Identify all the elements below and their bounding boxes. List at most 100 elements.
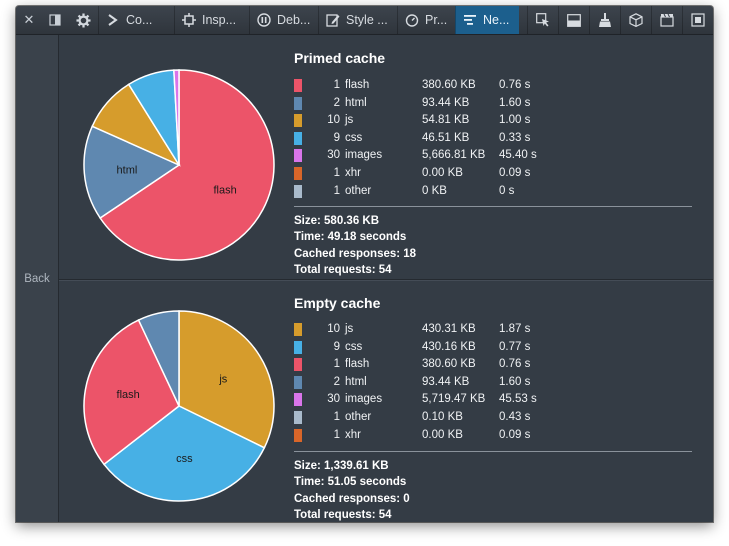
table-row[interactable]: 30 images 5,666.81 KB 45.40 s <box>294 147 694 165</box>
load-time: 0 s <box>499 184 515 197</box>
legend-swatch <box>294 375 302 389</box>
table-row[interactable]: 1 xhr 0.00 KB 0.09 s <box>294 427 694 445</box>
load-time: 45.53 s <box>499 393 537 406</box>
pie-label-flash: flash <box>117 389 140 401</box>
summary-total-requests: Total requests: 54 <box>294 263 392 276</box>
table-row[interactable]: 9 css 430.16 KB 0.77 s <box>294 339 694 357</box>
pencil-icon <box>325 12 341 28</box>
resource-type: css <box>345 131 363 144</box>
summary-cached-responses: Cached responses: 0 <box>294 492 410 505</box>
screenshot-button[interactable] <box>682 6 713 34</box>
transfer-size: 93.44 KB <box>422 96 470 109</box>
pie-label-js: js <box>218 373 227 385</box>
table-row[interactable]: 1 xhr 0.00 KB 0.09 s <box>294 165 694 183</box>
pie-label-flash: flash <box>213 185 236 197</box>
tab-label: Deb... <box>277 13 311 27</box>
tab-style-editor[interactable]: Style ... <box>318 6 397 34</box>
3d-view-button[interactable] <box>620 6 651 34</box>
divider <box>294 451 692 452</box>
close-toolbox-button[interactable]: ✕ <box>16 6 42 34</box>
toolbar: ✕ Co... Insp... Deb... Style ... Pr... N… <box>16 6 713 35</box>
transfer-size: 5,719.47 KB <box>422 393 486 406</box>
legend-swatch <box>294 79 302 92</box>
load-time: 1.87 s <box>499 323 531 335</box>
summary-size: Size: 580.36 KB <box>294 215 380 227</box>
table-row[interactable]: 9 css 46.51 KB 0.33 s <box>294 130 694 148</box>
legend-swatch <box>294 393 302 407</box>
table-row[interactable]: 1 other 0.10 KB 0.43 s <box>294 409 694 427</box>
load-time: 0.76 s <box>499 358 531 371</box>
table-row[interactable]: 1 flash 380.60 KB 0.76 s <box>294 356 694 374</box>
transfer-size: 0.00 KB <box>422 428 463 441</box>
empty-cache-title: Empty cache <box>294 295 381 311</box>
tab-inspector[interactable]: Insp... <box>174 6 249 34</box>
stopwatch-icon <box>404 12 420 28</box>
inspector-icon <box>181 12 197 28</box>
legend-swatch <box>294 114 302 128</box>
close-icon: ✕ <box>23 12 35 27</box>
cursor-icon <box>536 13 549 27</box>
tab-label: Pr... <box>425 13 448 27</box>
tab-network[interactable]: Ne... <box>455 6 519 34</box>
back-sidebar[interactable]: Back <box>16 35 59 522</box>
table-row[interactable]: 2 html 93.44 KB 1.60 s <box>294 95 694 113</box>
request-count: 9 <box>333 340 340 353</box>
resource-type: xhr <box>345 166 361 179</box>
dock-toggle-button[interactable] <box>42 6 68 34</box>
load-time: 0.77 s <box>499 340 531 353</box>
table-row[interactable]: 10 js 430.31 KB 1.87 s <box>294 321 694 339</box>
pause-icon <box>256 12 272 28</box>
primed-cache-pie-chart: flash html <box>83 69 275 261</box>
load-time: 0.43 s <box>499 410 531 423</box>
resource-type: flash <box>345 358 370 371</box>
tab-profiler[interactable]: Pr... <box>397 6 455 34</box>
tab-label: Ne... <box>483 13 510 27</box>
pie-label-html: html <box>117 164 138 176</box>
transfer-size: 430.16 KB <box>422 340 476 353</box>
cube-icon <box>629 13 643 27</box>
table-row[interactable]: 1 other 0 KB 0 s <box>294 183 694 201</box>
summary-time: Time: 49.18 seconds <box>294 231 407 244</box>
table-row[interactable]: 1 flash 380.60 KB 0.76 s <box>294 77 694 95</box>
request-count: 2 <box>333 96 340 109</box>
transfer-size: 0 KB <box>422 184 447 197</box>
transfer-size: 430.31 KB <box>422 323 476 335</box>
transfer-size: 380.60 KB <box>422 79 476 91</box>
legend-swatch <box>294 323 302 336</box>
resource-type: xhr <box>345 428 361 441</box>
tab-console[interactable]: Co... <box>98 6 174 34</box>
back-button[interactable]: Back <box>16 273 58 285</box>
tab-debugger[interactable]: Deb... <box>249 6 318 34</box>
divider <box>294 206 692 207</box>
clapperboard-icon <box>660 13 674 27</box>
table-row[interactable]: 30 images 5,719.47 KB 45.53 s <box>294 391 694 409</box>
load-time: 0.76 s <box>499 79 531 91</box>
table-row[interactable]: 10 js 54.81 KB 1.00 s <box>294 112 694 130</box>
empty-cache-summary: Size: 1,339.61 KB Time: 51.05 seconds Ca… <box>294 458 410 522</box>
resource-type: js <box>345 114 354 127</box>
legend-swatch <box>294 184 302 198</box>
load-time: 1.00 s <box>499 114 531 127</box>
legend-swatch <box>294 410 302 424</box>
table-row[interactable]: 2 html 93.44 KB 1.60 s <box>294 374 694 392</box>
pick-element-button[interactable] <box>527 6 558 34</box>
load-time: 0.33 s <box>499 131 531 144</box>
request-count: 30 <box>327 149 340 162</box>
transfer-size: 5,666.81 KB <box>422 149 486 162</box>
split-console-button[interactable] <box>558 6 589 34</box>
transfer-size: 54.81 KB <box>422 114 470 127</box>
request-count: 1 <box>333 428 340 441</box>
resource-type: images <box>345 393 383 406</box>
summary-cached-responses: Cached responses: 18 <box>294 247 417 260</box>
load-time: 0.09 s <box>499 166 531 179</box>
tab-label: Co... <box>126 13 153 27</box>
pie-label-css: css <box>176 453 193 465</box>
paint-flashing-button[interactable] <box>589 6 620 34</box>
broom-icon <box>599 13 611 27</box>
tab-label: Style ... <box>346 13 388 27</box>
request-count: 1 <box>333 410 340 423</box>
resource-type: css <box>345 340 363 353</box>
options-button[interactable] <box>68 6 98 34</box>
scratchpad-button[interactable] <box>651 6 682 34</box>
transfer-size: 93.44 KB <box>422 375 470 388</box>
